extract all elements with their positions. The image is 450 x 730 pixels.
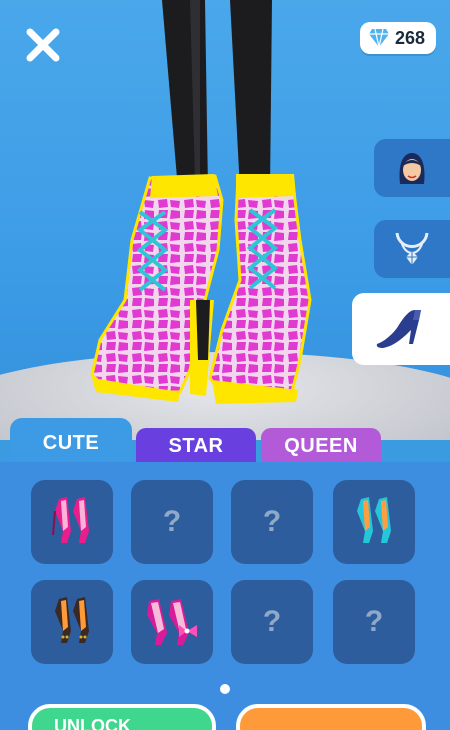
grid-item-8-locked[interactable]: ? <box>333 580 415 664</box>
side-button-necklace[interactable] <box>374 220 450 278</box>
grid-item-3-locked[interactable]: ? <box>231 480 313 564</box>
close-icon <box>26 28 60 62</box>
unlock-button[interactable]: UNLOCK <box>28 704 216 730</box>
tab-cute[interactable]: CUTE <box>10 418 132 468</box>
teal-heels-icon <box>357 497 391 543</box>
gem-counter: 268 <box>360 22 436 54</box>
bow-heels-icon <box>147 599 197 645</box>
unknown-mark: ? <box>262 505 282 538</box>
studded-heels-icon <box>55 597 89 643</box>
pink-heels-icon <box>52 497 89 543</box>
page-indicator-dot <box>220 684 230 694</box>
grid-item-6[interactable] <box>131 580 213 664</box>
unknown-mark: ? <box>162 505 182 538</box>
close-button[interactable] <box>24 26 62 64</box>
orange-action-button[interactable] <box>236 704 426 730</box>
side-button-shoe[interactable] <box>352 293 450 365</box>
face-icon <box>399 153 425 184</box>
grid-item-1[interactable] <box>31 480 113 564</box>
unknown-mark: ? <box>364 605 384 638</box>
diamond-icon <box>369 28 389 48</box>
grid-item-2-locked[interactable]: ? <box>131 480 213 564</box>
side-button-face[interactable] <box>374 139 450 197</box>
tab-queen[interactable]: QUEEN <box>261 428 381 464</box>
gem-count: 268 <box>395 27 426 48</box>
high-heel-icon <box>376 310 421 348</box>
grid-item-4[interactable] <box>333 480 415 564</box>
grid-item-5[interactable] <box>31 580 113 664</box>
necklace-icon <box>395 232 429 265</box>
tab-star[interactable]: STAR <box>136 428 256 464</box>
unknown-mark: ? <box>262 605 282 638</box>
grid-item-7-locked[interactable]: ? <box>231 580 313 664</box>
